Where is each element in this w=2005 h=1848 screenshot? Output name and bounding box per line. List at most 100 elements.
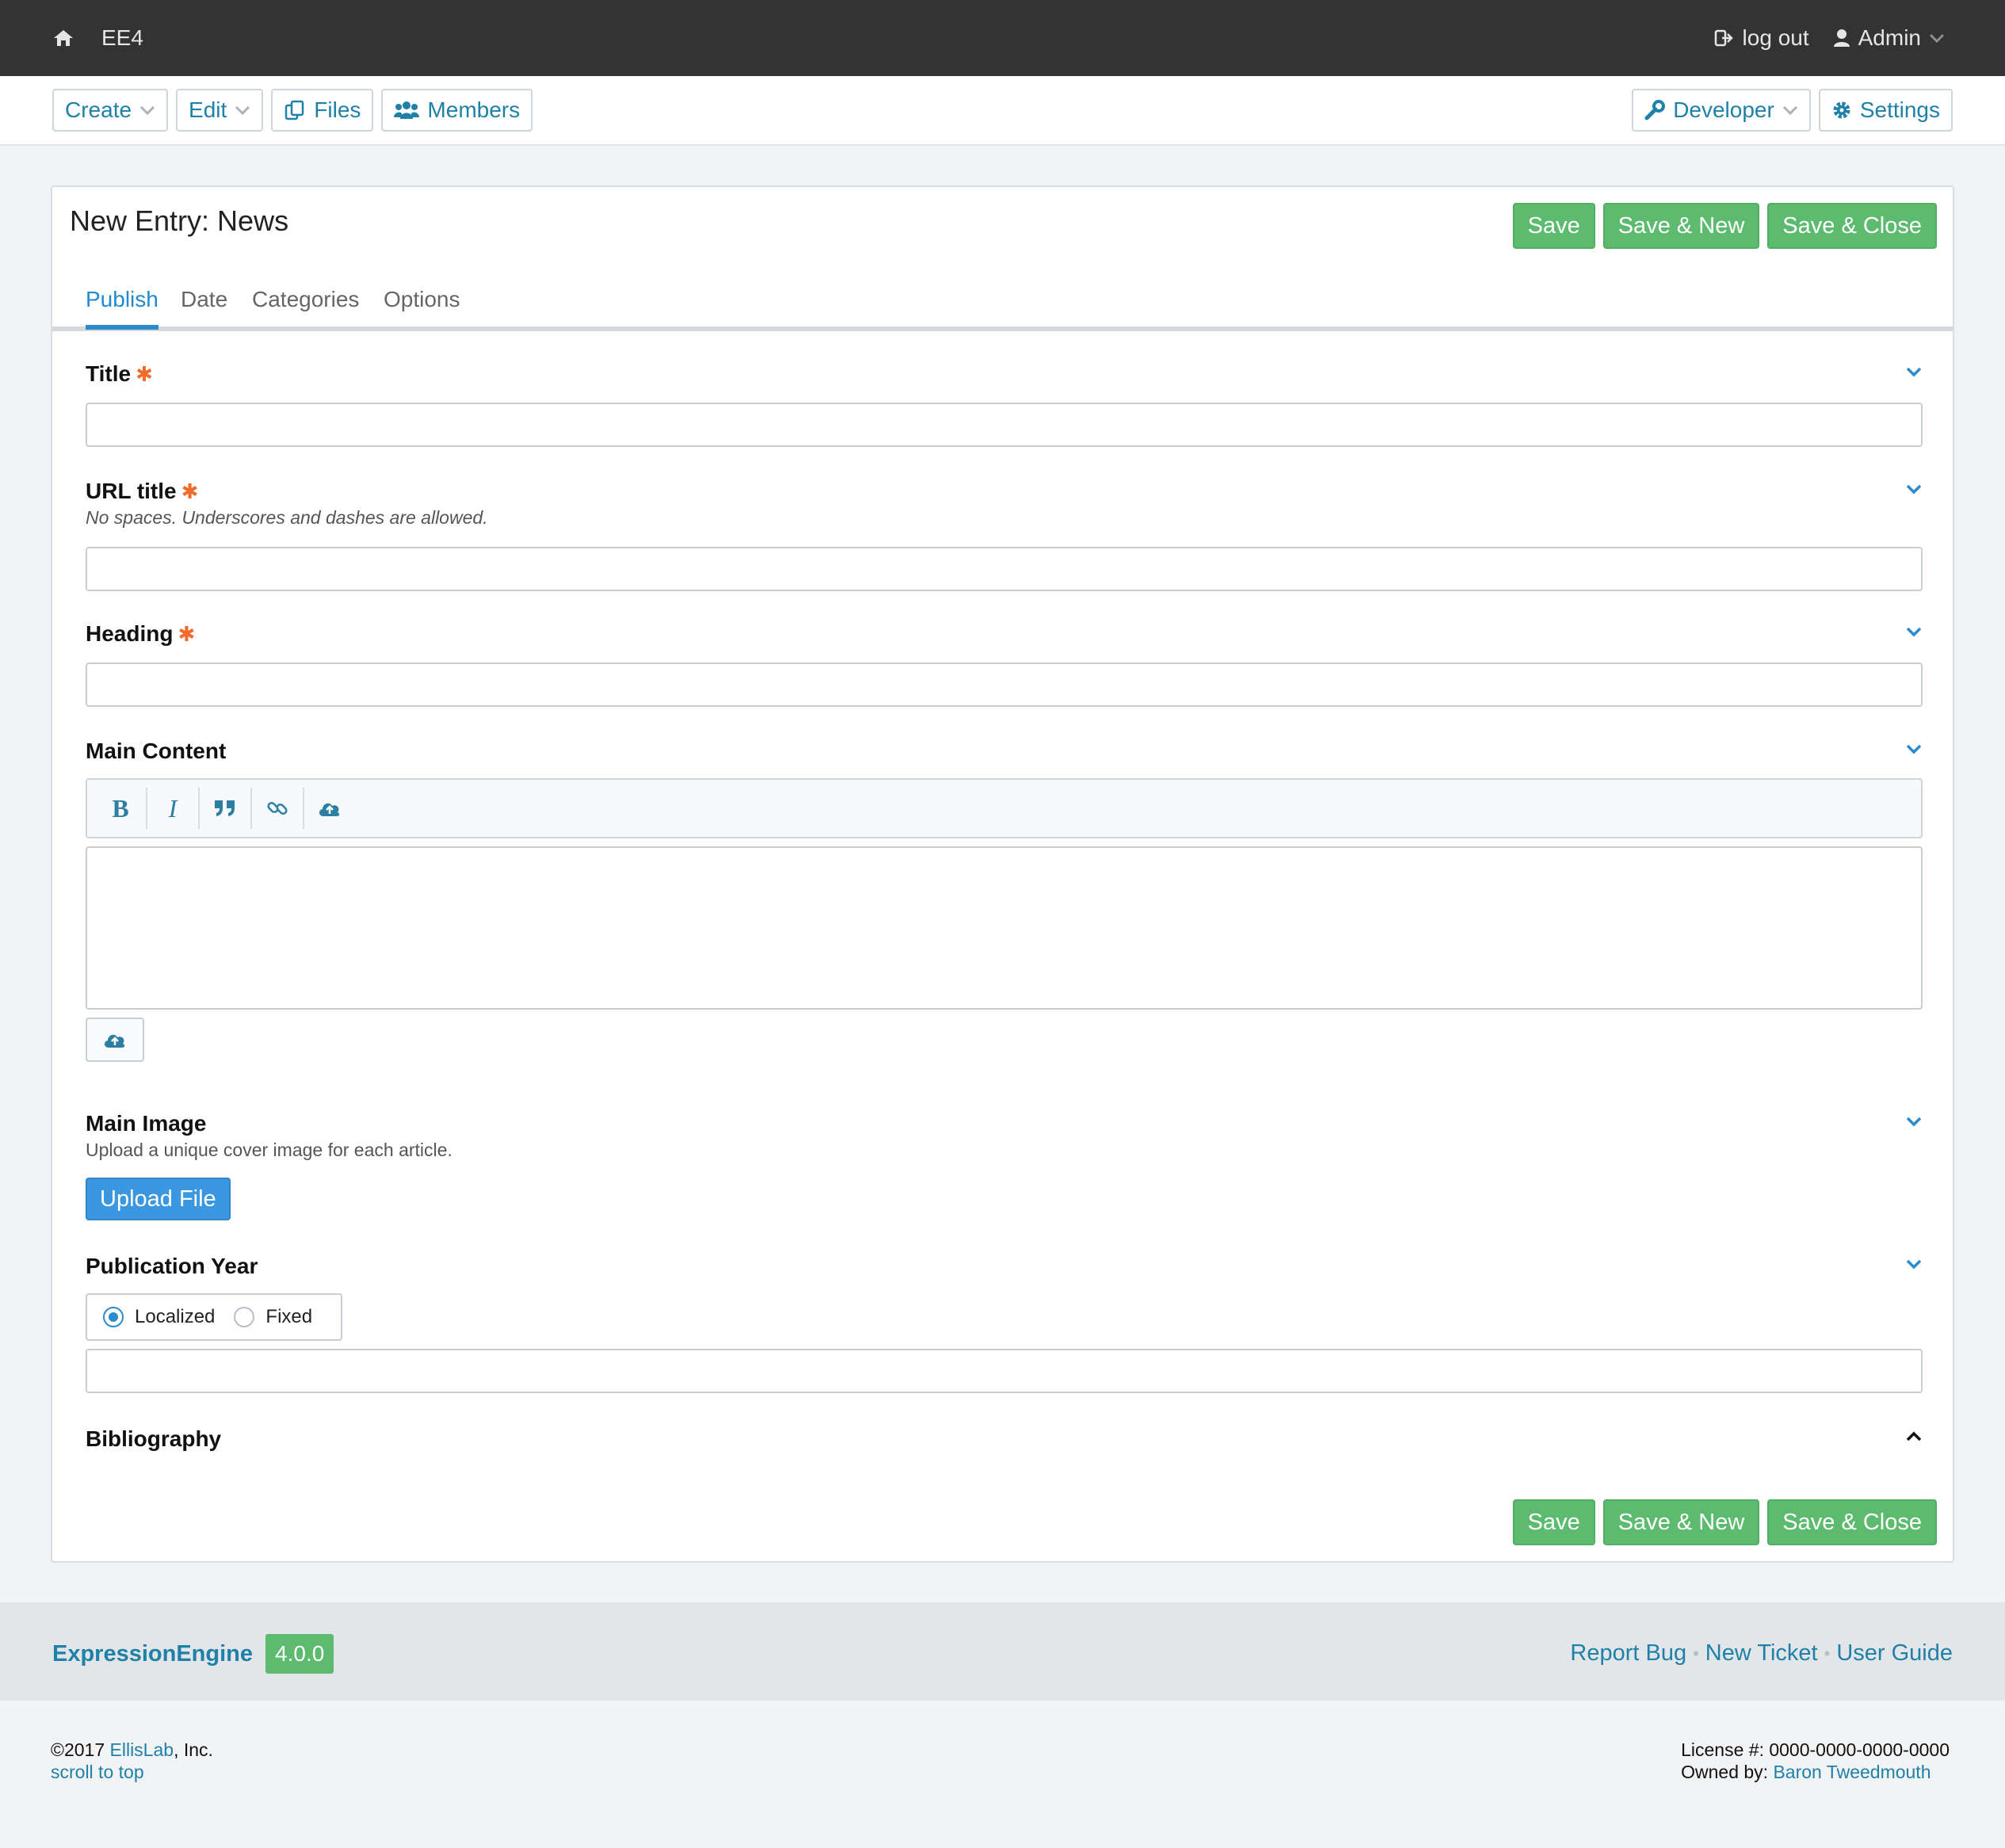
brand-link[interactable]: ExpressionEngine [52, 1641, 253, 1667]
save-button[interactable]: Save [1512, 1499, 1595, 1545]
members-icon [394, 101, 420, 119]
italic-button[interactable]: I [151, 788, 195, 828]
developer-menu-button[interactable]: Developer [1632, 89, 1811, 132]
save-and-new-button[interactable]: Save & New [1602, 1499, 1760, 1545]
tab-publish[interactable]: Publish [86, 287, 158, 330]
cloud-upload-icon [319, 803, 340, 816]
main-content-textarea[interactable] [86, 846, 1923, 1010]
top-actions: Save Save & New Save & Close [1512, 203, 1937, 249]
members-button[interactable]: Members [381, 89, 533, 132]
toolbar-divider [198, 788, 200, 829]
radio-unselected-icon [234, 1307, 255, 1327]
blockquote-button[interactable] [203, 788, 247, 828]
wrench-icon [1644, 100, 1666, 120]
bold-button[interactable]: B [98, 788, 143, 828]
copyright: ©2017 EllisLab, Inc. scroll to top [51, 1739, 213, 1783]
chevron-down-icon[interactable] [1905, 1113, 1923, 1130]
save-and-close-button[interactable]: Save & Close [1767, 1499, 1937, 1545]
footer: ExpressionEngine 4.0.0 Report Bug • New … [0, 1602, 2005, 1701]
owner-link[interactable]: Baron Tweedmouth [1773, 1762, 1931, 1782]
main-image-hint: Upload a unique cover image for each art… [86, 1140, 453, 1160]
required-icon: ✱ [181, 479, 199, 503]
edit-menu-button[interactable]: Edit [176, 89, 264, 132]
copyright-line: ©2017 EllisLab, Inc. [51, 1739, 213, 1760]
chevron-down-icon[interactable] [1905, 1255, 1923, 1273]
tab-date[interactable]: Date [181, 287, 227, 312]
bibliography-field: Bibliography [86, 1426, 1923, 1452]
entry-panel: New Entry: News Save Save & New Save & C… [51, 185, 1954, 1563]
upload-file-button[interactable]: Upload File [86, 1178, 231, 1220]
publication-year-input[interactable] [86, 1349, 1923, 1393]
radio-selected-icon [103, 1307, 124, 1327]
ellislab-link[interactable]: EllisLab [110, 1739, 174, 1760]
heading-input[interactable] [86, 662, 1923, 707]
home-icon[interactable] [52, 29, 74, 48]
timezone-radio-group: Localized Fixed [86, 1293, 343, 1341]
title-field: Title ✱ [86, 361, 1923, 447]
tab-options[interactable]: Options [384, 287, 460, 312]
main-image-label: Main Image [86, 1111, 207, 1136]
main-content-label: Main Content [86, 739, 227, 763]
heading-field: Heading ✱ [86, 621, 1923, 707]
title-input[interactable] [86, 403, 1923, 447]
chevron-down-icon [1782, 105, 1797, 116]
files-button[interactable]: Files [271, 89, 374, 132]
top-bar: EE4 log out Admin [0, 0, 2005, 76]
scroll-to-top-link[interactable]: scroll to top [51, 1761, 213, 1783]
main-nav: Create Edit Files Members Developer Sett… [0, 76, 2005, 146]
link-separator: • [1824, 1643, 1831, 1663]
license-info: License #: 0000-0000-0000-0000 Owned by:… [1681, 1739, 1950, 1783]
chevron-down-icon[interactable] [1905, 740, 1923, 758]
upload-button[interactable] [307, 788, 352, 828]
required-icon: ✱ [178, 621, 196, 646]
toolbar-divider [250, 788, 252, 829]
footer-links: Report Bug • New Ticket • User Guide [1570, 1640, 1953, 1667]
link-button[interactable] [255, 788, 300, 828]
radio-fixed[interactable]: Fixed [234, 1306, 312, 1328]
logout-icon [1714, 29, 1743, 48]
radio-localized[interactable]: Localized [103, 1306, 215, 1328]
report-bug-link[interactable]: Report Bug [1570, 1640, 1686, 1667]
chevron-down-icon[interactable] [1905, 623, 1923, 640]
publication-year-field: Publication Year Localized Fixed [86, 1254, 1923, 1393]
main-image-field: Main Image Upload a unique cover image f… [86, 1111, 1923, 1220]
main-content-field: Main Content B I [86, 739, 1923, 1062]
chevron-down-icon[interactable] [1905, 363, 1923, 380]
site-name-link[interactable]: EE4 [101, 25, 143, 51]
user-label: Admin [1858, 25, 1921, 50]
owner-line: Owned by: Baron Tweedmouth [1681, 1762, 1931, 1782]
edit-label: Edit [189, 97, 227, 122]
entry-tabs: Publish Date Categories Options [52, 274, 1953, 331]
chevron-down-icon [1929, 32, 1953, 44]
settings-button[interactable]: Settings [1818, 89, 1953, 132]
toolbar-divider [146, 788, 147, 829]
required-icon: ✱ [136, 361, 153, 386]
user-icon [1833, 29, 1858, 48]
file-upload-button[interactable] [86, 1018, 144, 1062]
developer-label: Developer [1673, 97, 1774, 122]
gear-icon [1833, 101, 1850, 119]
quote-icon [215, 800, 235, 816]
chevron-down-icon[interactable] [1905, 480, 1923, 498]
user-menu[interactable]: Admin [1833, 25, 1953, 51]
title-label: Title ✱ [86, 361, 153, 386]
chevron-up-icon[interactable] [1905, 1428, 1923, 1445]
create-label: Create [65, 97, 132, 122]
new-ticket-link[interactable]: New Ticket [1705, 1640, 1818, 1667]
editor-toolbar: B I [86, 778, 1923, 838]
tab-categories[interactable]: Categories [252, 287, 359, 312]
user-guide-link[interactable]: User Guide [1836, 1640, 1953, 1667]
members-label: Members [427, 97, 521, 122]
page-title: New Entry: News [70, 204, 289, 237]
save-and-close-button[interactable]: Save & Close [1767, 203, 1937, 249]
save-button[interactable]: Save [1512, 203, 1595, 249]
heading-label: Heading ✱ [86, 621, 196, 646]
save-and-new-button[interactable]: Save & New [1602, 203, 1760, 249]
link-icon [267, 801, 288, 815]
url-title-input[interactable] [86, 547, 1923, 591]
link-separator: • [1693, 1643, 1699, 1663]
create-menu-button[interactable]: Create [52, 89, 169, 132]
logout-link[interactable]: log out [1714, 25, 1809, 51]
publication-year-label: Publication Year [86, 1254, 258, 1278]
files-icon [285, 100, 304, 120]
